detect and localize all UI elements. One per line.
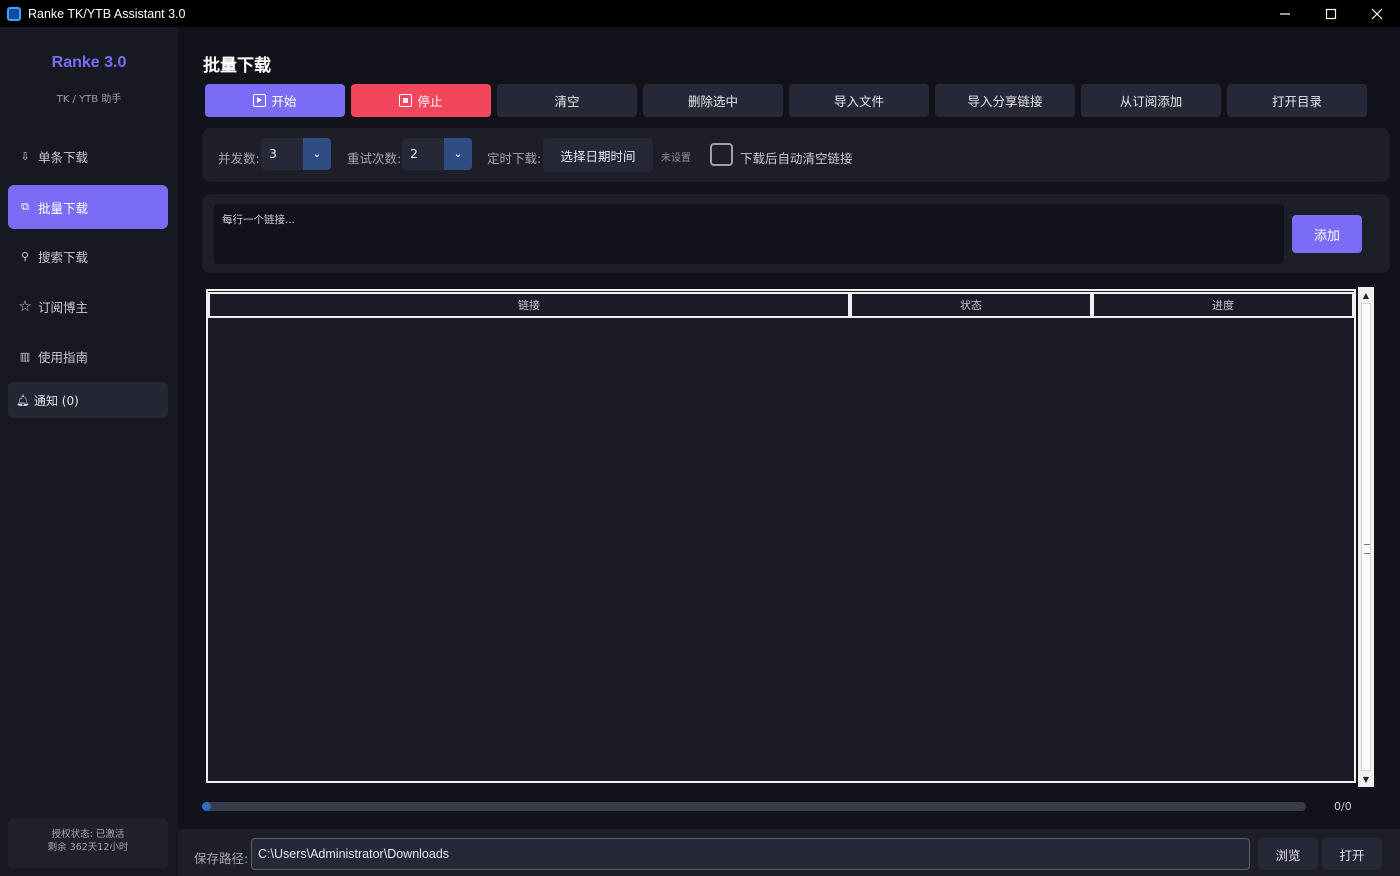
maximize-button[interactable] <box>1308 0 1354 27</box>
save-path-input[interactable] <box>251 838 1250 870</box>
open-button[interactable]: 打开 <box>1322 838 1382 870</box>
search-icon: ⚲ <box>20 249 30 263</box>
license-status-text: 授权状态: 已激活 <box>51 829 125 840</box>
retry-value: 2 <box>410 146 418 161</box>
sidebar-item-batch-download[interactable]: ⧉ 批量下载 <box>8 185 168 229</box>
retry-label: 重试次数: <box>347 151 402 166</box>
auto-clear-checkbox[interactable] <box>710 143 733 166</box>
progress-fill <box>202 802 211 811</box>
scroll-down-icon[interactable]: ▼ <box>1358 771 1374 787</box>
download-icon: ⇩ <box>20 149 30 163</box>
sidebar-item-label: 搜索下载 <box>38 249 89 265</box>
concurrency-select[interactable]: 3 ⌄ <box>261 138 331 170</box>
start-button-label: 开始 <box>271 94 297 109</box>
minimize-button[interactable] <box>1262 0 1308 27</box>
scrollbar-grip-icon <box>1364 544 1370 554</box>
add-button[interactable]: 添加 <box>1292 215 1362 253</box>
table-scrollbar[interactable]: ▲ ▼ <box>1358 287 1374 787</box>
chevron-down-icon[interactable]: ⌄ <box>444 138 472 170</box>
license-status: 授权状态: 已激活 剩余 362天12小时 <box>8 818 168 868</box>
play-icon <box>253 94 267 107</box>
sidebar-item-label: 单条下载 <box>38 149 89 165</box>
close-icon <box>1371 8 1383 19</box>
chevron-down-icon[interactable]: ⌄ <box>303 138 331 170</box>
book-icon: ▥ <box>19 349 31 363</box>
sidebar-item-label: 订阅博主 <box>38 299 89 315</box>
open-directory-button[interactable]: 打开目录 <box>1227 84 1367 117</box>
select-datetime-button[interactable]: 选择日期时间 <box>543 138 653 172</box>
concurrency-label: 并发数: <box>218 151 260 166</box>
column-header-progress[interactable]: 进度 <box>1092 292 1354 318</box>
footer-bar: 保存路径: 浏览 打开 <box>178 829 1400 876</box>
download-table[interactable]: 链接 状态 进度 <box>206 289 1356 783</box>
import-file-button[interactable]: 导入文件 <box>789 84 929 117</box>
schedule-label: 定时下载: <box>487 151 542 166</box>
concurrency-value: 3 <box>269 146 277 161</box>
add-links-panel: 添加 <box>202 194 1390 273</box>
column-header-link[interactable]: 链接 <box>208 292 850 318</box>
sidebar-item-single-download[interactable]: ⇩ 单条下载 <box>8 134 168 178</box>
maximize-icon <box>1325 8 1337 19</box>
stop-button-label: 停止 <box>417 94 443 109</box>
sidebar-item-label: 批量下载 <box>38 200 89 216</box>
clear-button[interactable]: 清空 <box>497 84 637 117</box>
close-button[interactable] <box>1354 0 1400 27</box>
license-remaining-text: 剩余 362天12小时 <box>47 842 129 853</box>
window-title: Ranke TK/YTB Assistant 3.0 <box>28 6 186 21</box>
stop-icon <box>399 94 413 107</box>
column-header-status[interactable]: 状态 <box>850 292 1092 318</box>
notifications-label: 通知 (0) <box>33 393 79 408</box>
app-icon <box>7 6 21 21</box>
notifications-button[interactable]: 🔔︎ 通知 (0) <box>8 382 168 418</box>
overall-progress-bar <box>202 802 1306 811</box>
retry-select[interactable]: 2 ⌄ <box>402 138 472 170</box>
stop-button[interactable]: 停止 <box>351 84 491 117</box>
add-from-subscription-button[interactable]: 从订阅添加 <box>1081 84 1221 117</box>
sidebar-item-search-download[interactable]: ⚲ 搜索下载 <box>8 234 168 278</box>
browse-button[interactable]: 浏览 <box>1258 838 1318 870</box>
main-panel: 批量下载 开始 停止 清空 删除选中 导入文件 导入分享链接 从订阅添加 打开目… <box>178 27 1400 876</box>
delete-selected-button[interactable]: 删除选中 <box>643 84 783 117</box>
start-button[interactable]: 开始 <box>205 84 345 117</box>
brand-title: Ranke 3.0 <box>51 54 127 71</box>
page-title: 批量下载 <box>203 56 271 76</box>
sidebar-item-guide[interactable]: ▥ 使用指南 <box>8 334 168 378</box>
title-bar: Ranke TK/YTB Assistant 3.0 <box>0 0 1400 27</box>
options-panel: 并发数: 3 ⌄ 重试次数: 2 ⌄ 定时下载: 选择日期时间 未设置 下载后自… <box>202 128 1390 182</box>
sidebar-item-label: 使用指南 <box>38 349 89 365</box>
auto-clear-label[interactable]: 下载后自动清空链接 <box>740 148 853 167</box>
window-controls <box>1262 0 1400 27</box>
save-path-label: 保存路径: <box>194 851 249 866</box>
scrollbar-track[interactable] <box>1361 303 1371 771</box>
scroll-up-icon[interactable]: ▲ <box>1358 287 1374 303</box>
schedule-status: 未设置 <box>661 153 691 164</box>
links-input[interactable] <box>214 204 1284 264</box>
copy-icon: ⧉ <box>21 200 29 213</box>
star-icon: ☆ <box>18 297 32 315</box>
brand-subtitle: TK / YTB 助手 <box>56 94 122 105</box>
import-share-link-button[interactable]: 导入分享链接 <box>935 84 1075 117</box>
minimize-icon <box>1280 12 1290 15</box>
sidebar-item-subscriptions[interactable]: ☆ 订阅博主 <box>8 284 168 328</box>
progress-count: 0/0 <box>1334 800 1352 813</box>
sidebar: Ranke 3.0 TK / YTB 助手 ⇩ 单条下载 ⧉ 批量下载 ⚲ 搜索… <box>0 27 178 876</box>
bell-icon: 🔔︎ <box>16 393 30 407</box>
